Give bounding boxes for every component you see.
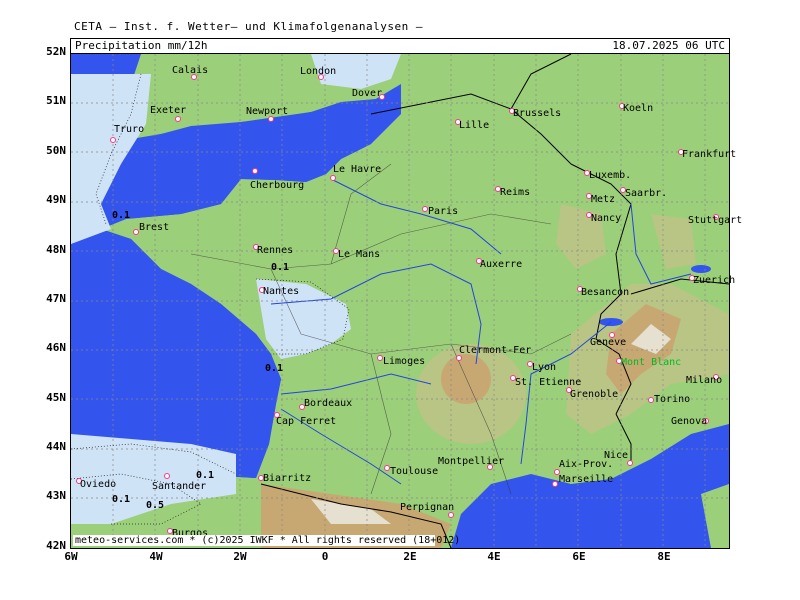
city-label: Zuerich (693, 275, 736, 286)
lon-label: 2E (403, 550, 417, 563)
city-label: Luxemb. (589, 170, 632, 181)
lat-label: 43N (46, 489, 66, 502)
city-label: Perpignan (400, 502, 455, 513)
copyright-credit: meteo-services.com * (c)2025 IWKF * All … (73, 535, 461, 546)
lat-label: 49N (46, 193, 66, 206)
city-label: Frankfurt (682, 149, 737, 160)
city-label: Le Mans (338, 249, 381, 260)
city-marker (164, 473, 170, 479)
city-label: Nancy (591, 213, 622, 224)
unit-label: mm/12h (167, 39, 208, 52)
city-label: Brest (139, 222, 170, 233)
city-label: Stuttgart (688, 215, 743, 226)
city-label: Limoges (383, 356, 426, 367)
lon-label: 0 (321, 550, 329, 563)
city-marker (552, 481, 558, 487)
institute-header: CETA — Inst. f. Wetter— und Klimafolgena… (74, 20, 424, 33)
lon-label: 2W (233, 550, 247, 563)
lat-label: 45N (46, 391, 66, 404)
lat-label: 46N (46, 341, 66, 354)
city-label: Grenoble (570, 389, 619, 400)
city-label: Mont Blanc (621, 357, 682, 368)
city-label: Nantes (263, 286, 300, 297)
city-label: Montpellier (438, 456, 505, 467)
city-label: Paris (428, 206, 459, 217)
lat-label: 50N (46, 144, 66, 157)
city-label: Oviedo (80, 479, 117, 490)
lat-label: 47N (46, 292, 66, 305)
contour-label: 0.1 (112, 210, 131, 221)
city-label: Cherbourg (250, 180, 305, 191)
city-label: Le Havre (333, 164, 382, 175)
city-label: Milano (686, 375, 723, 386)
city-label: Cap Ferret (276, 416, 337, 427)
lake-constance (691, 265, 711, 273)
city-label: Dover (352, 88, 383, 99)
city-label: Lyon (532, 362, 557, 373)
city-label: Auxerre (480, 259, 523, 270)
city-label: Newport (246, 106, 289, 117)
city-label: Torino (654, 394, 691, 405)
city-label: Bordeaux (304, 398, 353, 409)
city-marker (252, 168, 258, 174)
city-label: Lille (459, 120, 490, 131)
city-label: Calais (172, 65, 209, 76)
contour-label: 0.5 (146, 500, 165, 511)
terrain-massif-central-high (441, 354, 491, 404)
city-label: Geneve (590, 337, 627, 348)
lat-label: 51N (46, 94, 66, 107)
city-label: Clermont-Fer (459, 345, 532, 356)
valid-datetime: 18.07.2025 06 UTC (612, 39, 725, 52)
city-label: Biarritz (263, 473, 312, 484)
product-title: Precipitation mm/12h (75, 39, 207, 53)
city-marker (110, 137, 116, 143)
lon-label: 8E (657, 550, 671, 563)
city-label: London (300, 66, 337, 77)
city-label: Besancon (581, 287, 630, 298)
title-bar: Precipitation mm/12h 18.07.2025 06 UTC (70, 38, 730, 54)
city-label: Santander (152, 481, 207, 492)
city-marker (330, 175, 336, 181)
city-label: Genova (671, 416, 708, 427)
city-label: Exeter (150, 105, 187, 116)
lon-label: 4W (149, 550, 163, 563)
city-label: Reims (500, 187, 531, 198)
city-label: Aix-Prov. (559, 459, 614, 470)
city-label: St. Etienne (515, 377, 582, 388)
lat-label: 52N (46, 45, 66, 58)
product-name: Precipitation (75, 39, 162, 52)
city-label: Truro (114, 124, 145, 135)
contour-label: 0.1 (112, 494, 131, 505)
city-label: Brussels (513, 108, 562, 119)
contour-label: 0.1 (271, 262, 290, 273)
city-marker (175, 116, 181, 122)
city-label: Saarbr. (625, 188, 668, 199)
lat-label: 48N (46, 243, 66, 256)
contour-label: 0.1 (265, 363, 284, 374)
city-label: Marseille (559, 474, 614, 485)
lat-label: 44N (46, 440, 66, 453)
city-label: Koeln (623, 103, 654, 114)
city-label: Rennes (257, 245, 294, 256)
lon-label: 4E (487, 550, 501, 563)
contour-label: 0.1 (196, 470, 215, 481)
lon-label: 6E (572, 550, 586, 563)
lon-label: 6W (64, 550, 78, 563)
city-label: Toulouse (390, 466, 439, 477)
city-label: Metz (591, 194, 616, 205)
